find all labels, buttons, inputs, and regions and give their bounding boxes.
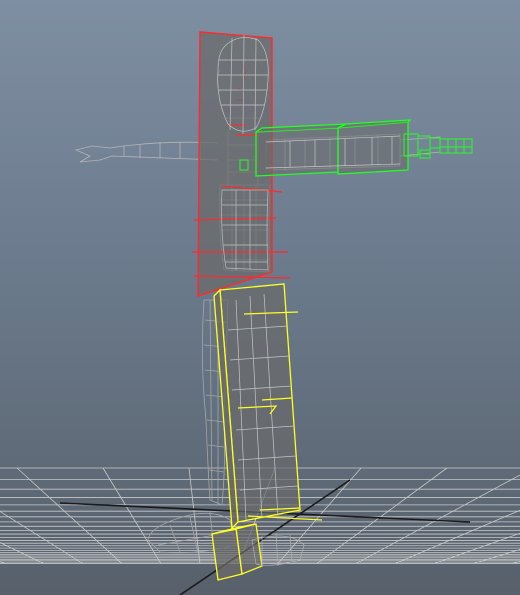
grid-line [0, 510, 83, 564]
grid-line [102, 467, 162, 564]
grid-line [16, 467, 122, 564]
grid-line [473, 549, 520, 564]
grid-line [356, 474, 520, 564]
leg-proxy[interactable] [213, 283, 301, 530]
perspective-viewport[interactable] [0, 0, 520, 595]
grid-line [0, 561, 5, 564]
scene-canvas[interactable] [0, 0, 520, 595]
foot-proxy[interactable] [211, 523, 263, 581]
grid-line [395, 509, 520, 564]
grid-line [512, 561, 520, 564]
grid-line [188, 467, 201, 564]
